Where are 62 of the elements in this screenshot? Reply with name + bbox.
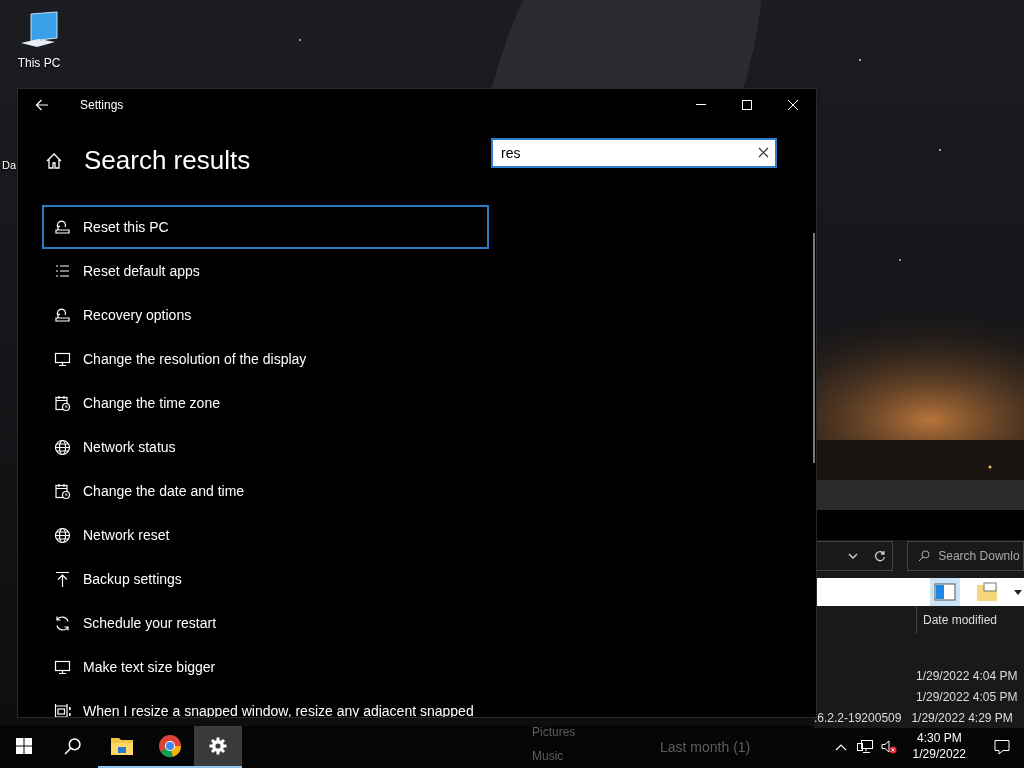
pane-icon [934,583,956,601]
sync-icon [54,614,71,632]
chevron-down-icon [848,553,859,559]
globe-icon [54,438,71,456]
caret-icon [1014,589,1022,595]
network-icon [856,740,873,754]
page-title: Search results [84,145,251,177]
search-result-item[interactable]: Change the date and time [42,469,489,513]
clear-button[interactable] [758,147,769,158]
address-bar[interactable] [816,541,894,571]
settings-button[interactable] [194,726,242,768]
home-icon [45,152,63,170]
search-result-item[interactable]: Backup settings [42,557,489,601]
date-cell-text: 1/29/2022 4:05 PM [916,689,1019,706]
search-icon [63,737,81,755]
calendar-clock-icon [54,482,71,500]
file-name: .6.2.2-19200509 [814,710,902,727]
preview-pane-button[interactable] [930,578,960,606]
search-field[interactable]: res [491,138,777,168]
search-result-item[interactable]: Network reset [42,513,489,557]
refresh-icon [874,550,887,562]
search-result-item[interactable]: Make text size bigger [42,645,489,689]
calendar-clock-icon [54,394,71,412]
clock[interactable]: 4:30 PM 1/29/2022 [906,731,972,763]
globe-icon [54,526,71,544]
monitor-icon [54,658,71,676]
search-result-item[interactable]: Reset default apps [42,249,489,293]
date-text: 1/29/2022 [912,747,966,763]
column-header[interactable]: Date modified [916,606,998,634]
time-text: 4:30 PM [915,731,963,747]
apps-list-icon [54,262,71,280]
search-result-item[interactable]: Network status [42,425,489,469]
search-result-item[interactable]: Recovery options [42,293,489,337]
group-header: Last month (1) [660,738,751,757]
search-result-item[interactable]: Reset this PC [42,205,489,249]
desktop-icon-label: Da [2,158,17,173]
close-icon [787,99,799,111]
search-field[interactable]: Search Downlo [907,541,1024,571]
muted-speaker-icon [880,740,897,754]
search-icon [918,550,931,562]
caret-up-icon [834,743,847,751]
snap-window-icon [54,702,71,717]
window-title: Settings [80,97,124,114]
message-icon [994,739,1010,755]
gear-icon [209,737,227,755]
date-cell-text: 1/29/2022 4:04 PM [916,668,1019,685]
upload-arrow-icon [54,570,71,588]
reset-icon [54,306,71,324]
desktop-icon-label: This PC [17,55,61,72]
search-result-item[interactable]: Schedule your restart [42,601,489,645]
windows-logo-icon [16,738,32,754]
date-cell-text: 1/29/2022 4:29 PM [911,710,1013,727]
back-arrow-icon [35,99,49,111]
browser-icon [158,734,182,758]
close-icon [758,147,769,158]
search-result-item[interactable]: Change the time zone [42,381,489,425]
folder-icon [976,582,998,602]
monitor-icon [54,350,71,368]
reset-icon [54,218,71,236]
maximize-icon [741,99,753,111]
search-result-item[interactable]: Change the resolution of the display [42,337,489,381]
scrollbar[interactable] [813,233,815,463]
